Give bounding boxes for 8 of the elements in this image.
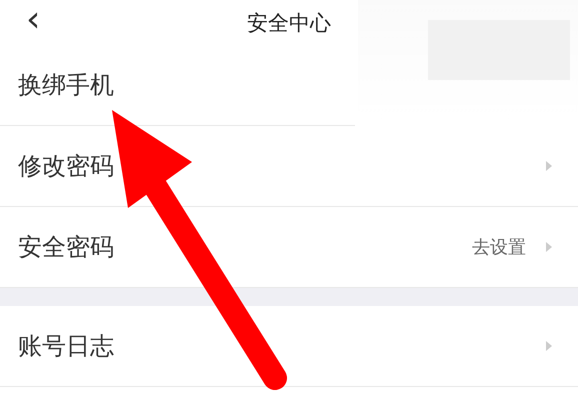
page-title: 安全中心: [247, 10, 331, 36]
item-label: 账号日志: [18, 331, 115, 362]
item-label: 安全密码: [18, 232, 115, 263]
settings-item[interactable]: 账号日志: [0, 306, 578, 387]
item-label: 修改密码: [18, 151, 115, 182]
item-value: 去设置: [472, 236, 526, 259]
back-button[interactable]: ‹: [22, 2, 44, 38]
item-label: 换绑手机: [18, 70, 115, 101]
